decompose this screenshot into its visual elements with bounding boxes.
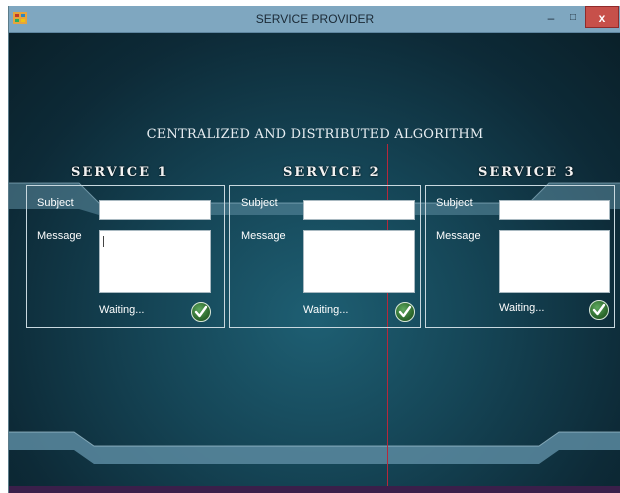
checkmark-icon[interactable] <box>395 302 415 322</box>
service-1-status: Waiting... <box>99 304 145 316</box>
service-2-message-label: Message <box>241 230 286 242</box>
page-heading: CENTRALIZED AND DISTRIBUTED ALGORITHM <box>146 127 484 142</box>
service-2-subject-label: Subject <box>241 197 278 209</box>
service-2-panel: Subject Message Waiting... <box>229 185 421 328</box>
service-1-title: SERVICE 1 <box>71 165 169 180</box>
service-3-message-label: Message <box>436 230 481 242</box>
service-3-status: Waiting... <box>499 302 545 314</box>
service-1-subject-label: Subject <box>37 197 74 209</box>
checkmark-icon[interactable] <box>589 300 609 320</box>
bottom-status-strip <box>9 486 620 493</box>
service-2-message-input[interactable] <box>303 230 415 293</box>
service-3-message-input[interactable] <box>499 230 610 293</box>
minimize-button[interactable]: – <box>541 9 561 27</box>
window-title: SERVICE PROVIDER <box>255 12 375 26</box>
service-2-status: Waiting... <box>303 304 349 316</box>
maximize-button[interactable]: □ <box>563 9 583 27</box>
checkmark-icon[interactable] <box>191 302 211 322</box>
service-3-subject-input[interactable] <box>499 200 610 220</box>
service-1-message-input[interactable] <box>99 230 211 293</box>
close-button[interactable]: x <box>585 6 619 28</box>
bottom-decorative-band <box>9 431 620 464</box>
service-2-title: SERVICE 2 <box>283 165 381 180</box>
client-area: CENTRALIZED AND DISTRIBUTED ALGORITHM SE… <box>9 33 620 493</box>
service-3-panel: Subject Message Waiting... <box>425 185 615 328</box>
service-3-title: SERVICE 3 <box>478 165 576 180</box>
service-1-panel: Subject Message Waiting... <box>26 185 225 328</box>
service-1-message-label: Message <box>37 230 82 242</box>
service-2-subject-input[interactable] <box>303 200 415 220</box>
service-provider-window: SERVICE PROVIDER – □ x CENTRALIZED AND D… <box>8 6 620 493</box>
service-1-subject-input[interactable] <box>99 200 211 220</box>
service-3-subject-label: Subject <box>436 197 473 209</box>
text-cursor <box>103 236 104 247</box>
title-bar[interactable]: SERVICE PROVIDER – □ x <box>9 6 620 33</box>
